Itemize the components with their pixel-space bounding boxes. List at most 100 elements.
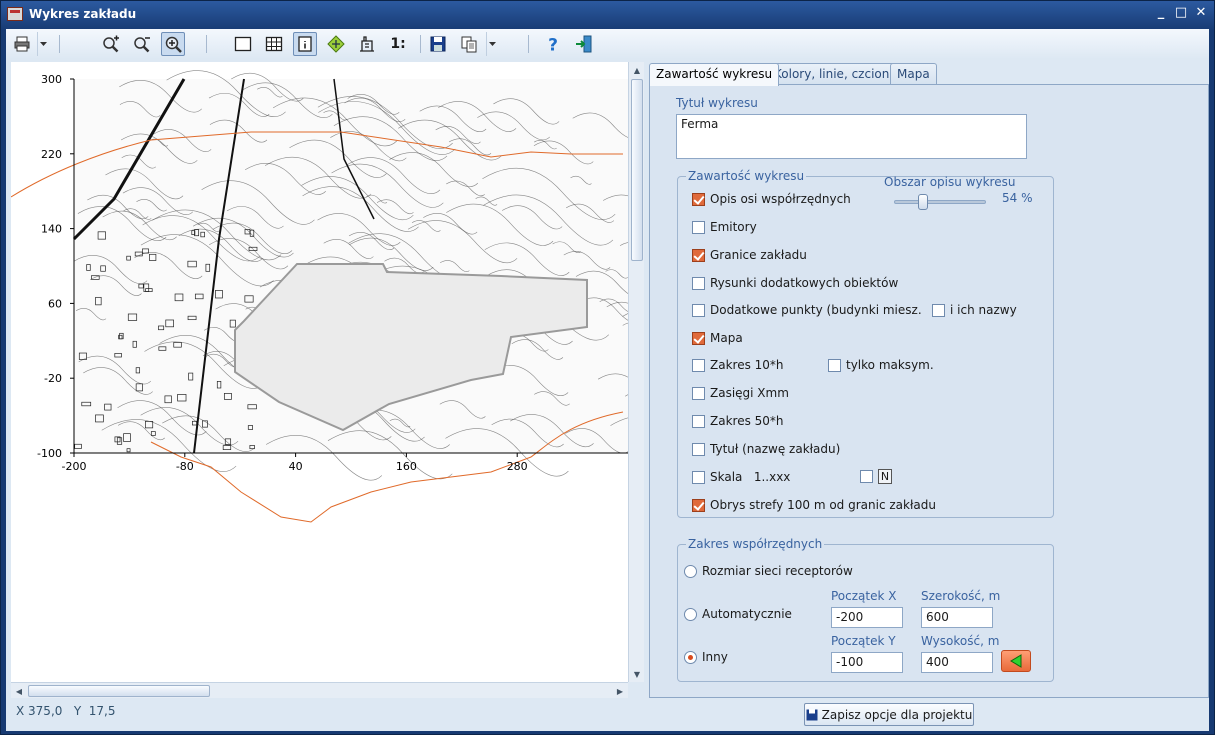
- save-project-options-button[interactable]: Zapisz opcje dla projektu: [804, 703, 974, 726]
- start-x-field[interactable]: -200: [831, 607, 903, 628]
- minimize-button[interactable]: _: [1151, 4, 1171, 22]
- zoom-fit-button[interactable]: [161, 32, 185, 56]
- check-emitters[interactable]: Emitory: [692, 220, 757, 234]
- radio-other[interactable]: Inny: [684, 650, 728, 664]
- scroll-left-icon[interactable]: ◀: [11, 683, 27, 699]
- check-maxonly-label: tylko maksym.: [846, 358, 934, 372]
- zoom-in-button[interactable]: [99, 32, 123, 56]
- save-icon: [806, 709, 818, 720]
- frame-button[interactable]: [231, 32, 255, 56]
- checkbox-icon[interactable]: [692, 358, 705, 372]
- tab-map[interactable]: Mapa: [890, 63, 937, 85]
- check-range10[interactable]: Zakres 10*h: [692, 358, 784, 372]
- checkbox-icon[interactable]: [692, 442, 705, 456]
- check-drawings[interactable]: Rysunki dodatkowych obiektów: [692, 276, 898, 290]
- check-names[interactable]: i ich nazwy: [932, 303, 1017, 317]
- horizontal-scroll-thumb[interactable]: [28, 685, 210, 697]
- chart-content-group-label: Zawartość wykresu: [686, 169, 807, 183]
- checkbox-icon[interactable]: [692, 192, 705, 206]
- radio-icon[interactable]: [684, 564, 697, 578]
- vertical-scrollbar[interactable]: ▲ ▼: [628, 62, 644, 682]
- check-scale[interactable]: Skala 1..xxx: [692, 470, 790, 484]
- info-button[interactable]: [293, 32, 317, 56]
- coordinate-range-group-label: Zakres współrzędnych: [686, 537, 825, 551]
- checkbox-icon[interactable]: [828, 358, 841, 372]
- checkbox-icon[interactable]: [860, 470, 873, 483]
- x-tick-label: 160: [396, 460, 417, 473]
- maximize-button[interactable]: □: [1171, 4, 1191, 22]
- zoom-out-button[interactable]: [130, 32, 154, 56]
- checkbox-icon[interactable]: [692, 220, 705, 234]
- move-button[interactable]: [324, 32, 348, 56]
- scroll-down-icon[interactable]: ▼: [629, 666, 645, 682]
- tab-content[interactable]: Zawartość wykresu: [649, 63, 780, 86]
- checkbox-icon[interactable]: [692, 386, 705, 400]
- chart-area[interactable]: 300 220 140 60 -20 -100 -200 -80 40 160 280: [11, 62, 628, 698]
- check-axes[interactable]: Opis osi współrzędnych: [692, 192, 851, 206]
- description-area-slider[interactable]: [894, 200, 986, 204]
- coordinate-range-group: Zakres współrzędnych Rozmiar sieci recep…: [677, 537, 1054, 682]
- checkbox-icon[interactable]: [932, 303, 945, 317]
- width-field[interactable]: 600: [921, 607, 993, 628]
- height-field[interactable]: 400: [921, 652, 993, 673]
- print-dropdown[interactable]: [37, 32, 49, 56]
- check-xmm[interactable]: Zasięgi Xmm: [692, 386, 789, 400]
- check-maxonly[interactable]: tylko maksym.: [828, 358, 934, 372]
- radio-automatic-label: Automatycznie: [702, 607, 792, 621]
- check-map-label: Mapa: [710, 331, 743, 345]
- checkbox-icon[interactable]: [692, 248, 705, 262]
- radio-icon[interactable]: [684, 650, 697, 664]
- check-range50[interactable]: Zakres 50*h: [692, 414, 784, 428]
- close-button[interactable]: ✕: [1191, 4, 1211, 22]
- horizontal-scrollbar[interactable]: ◀ ▶: [11, 682, 628, 698]
- chevron-down-icon: [40, 42, 47, 46]
- y-tick-label: 220: [41, 148, 62, 161]
- chart-title-field[interactable]: Ferma: [676, 114, 1027, 159]
- scroll-up-icon[interactable]: ▲: [629, 62, 645, 78]
- print-button[interactable]: [10, 32, 34, 56]
- copy-button[interactable]: [457, 32, 481, 56]
- check-north[interactable]: N: [860, 469, 892, 484]
- exit-button[interactable]: [572, 32, 596, 56]
- info-icon: [298, 36, 312, 52]
- start-x-label: Początek X: [831, 589, 897, 603]
- frame-icon: [234, 36, 252, 52]
- checkbox-icon[interactable]: [692, 303, 705, 317]
- chart-title-label: Tytuł wykresu: [676, 96, 758, 110]
- check-bounds[interactable]: Granice zakładu: [692, 248, 807, 262]
- map-chart[interactable]: 300 220 140 60 -20 -100-200 -80 40 160 280: [11, 62, 628, 698]
- check-title[interactable]: Tytuł (nazwę zakładu): [692, 442, 840, 456]
- radio-grid-size[interactable]: Rozmiar sieci receptorów: [684, 564, 853, 578]
- building-icon: [360, 36, 374, 52]
- checkbox-icon[interactable]: [692, 470, 705, 484]
- scale-button[interactable]: 1:: [386, 32, 410, 56]
- x-tick-label: -200: [62, 460, 87, 473]
- check-range10-label: Zakres 10*h: [710, 358, 784, 372]
- grid-button[interactable]: [262, 32, 286, 56]
- copy-dropdown[interactable]: [486, 32, 498, 56]
- description-area-slider-thumb[interactable]: [918, 194, 929, 210]
- checkbox-icon[interactable]: [692, 414, 705, 428]
- check-zone[interactable]: Obrys strefy 100 m od granic zakładu: [692, 498, 936, 512]
- radio-other-label: Inny: [702, 650, 728, 664]
- north-arrow-icon: N: [878, 469, 892, 484]
- check-map[interactable]: Mapa: [692, 331, 743, 345]
- building-button[interactable]: [355, 32, 379, 56]
- vertical-scroll-thumb[interactable]: [631, 79, 643, 261]
- radio-icon[interactable]: [684, 607, 697, 621]
- help-button[interactable]: ?: [541, 32, 565, 56]
- tab-colors[interactable]: Kolory, linie, czcionki: [767, 63, 907, 85]
- radio-automatic[interactable]: Automatycznie: [684, 607, 792, 621]
- scroll-right-icon[interactable]: ▶: [612, 683, 628, 699]
- client-area: 1: ? 300 220 140 60 -20 -100 -200 -80 40…: [6, 29, 1209, 731]
- check-points[interactable]: Dodatkowe punkty (budynki miesz.: [692, 303, 922, 317]
- start-y-field[interactable]: -100: [831, 652, 903, 673]
- main-window: Wykres zakładu _ □ ✕ 1: ? 300 220 140 60…: [0, 0, 1215, 735]
- chevron-down-icon: [489, 42, 496, 46]
- checkbox-icon[interactable]: [692, 331, 705, 345]
- checkbox-icon[interactable]: [692, 498, 705, 512]
- checkbox-icon[interactable]: [692, 276, 705, 290]
- save-button[interactable]: [426, 32, 450, 56]
- apply-coordinates-button[interactable]: [1001, 650, 1031, 672]
- exit-icon: [576, 35, 592, 53]
